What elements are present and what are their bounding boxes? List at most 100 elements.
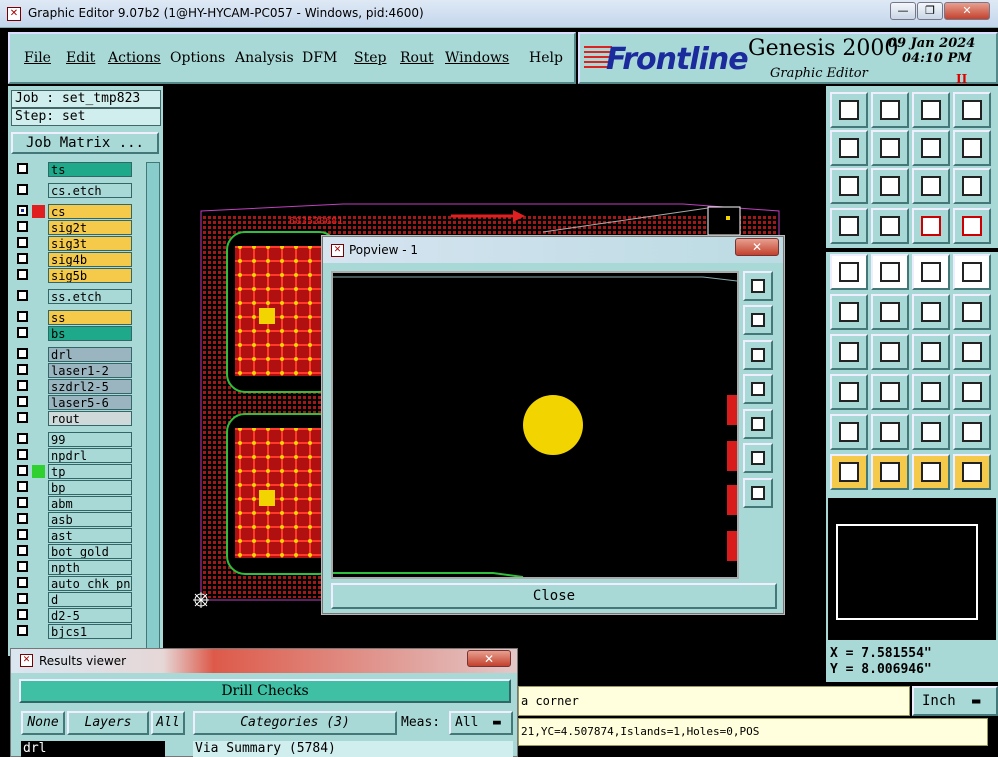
results-viewer-window[interactable]: ✕ Results viewer ✕ Drill Checks None Lay… <box>10 648 518 757</box>
menu-analysis[interactable]: Analysis <box>235 50 294 66</box>
dimension-button[interactable] <box>912 374 950 410</box>
popview-close-button[interactable]: Close <box>331 583 777 609</box>
layer-row-asb[interactable]: asb <box>12 512 136 527</box>
layer-checkbox[interactable] <box>17 433 28 444</box>
layer-checkbox[interactable] <box>17 327 28 338</box>
window-titlebar[interactable]: ✕ Graphic Editor 9.07b2 (1@HY-HYCAM-PC05… <box>0 0 998 28</box>
layer-row-ss.etch[interactable]: ss.etch <box>12 289 136 304</box>
menu-step[interactable]: Step <box>354 50 386 66</box>
layer-checkbox[interactable] <box>17 269 28 280</box>
layer-row-ast[interactable]: ast <box>12 528 136 543</box>
layer-checkbox[interactable] <box>17 577 28 588</box>
layer-checkbox[interactable] <box>17 237 28 248</box>
menu-dfm[interactable]: DFM <box>302 50 337 66</box>
triangle-a-button[interactable] <box>871 414 909 450</box>
grid-button[interactable] <box>871 208 909 244</box>
copy-button[interactable] <box>830 374 868 410</box>
popview-pan-right-button[interactable] <box>743 409 773 439</box>
circle-button[interactable] <box>953 254 991 290</box>
layer-row-d[interactable]: d <box>12 592 136 607</box>
job-matrix-button[interactable]: Job Matrix ... <box>11 132 159 154</box>
drill-checks-header[interactable]: Drill Checks <box>19 679 511 703</box>
results-titlebar[interactable]: ✕ Results viewer ✕ <box>11 649 517 673</box>
layer-row-cs.etch[interactable]: cs.etch <box>12 183 136 198</box>
mirror-button[interactable] <box>953 334 991 370</box>
categories-button[interactable]: Categories (3) <box>193 711 397 735</box>
zoom-home-button[interactable] <box>830 92 868 128</box>
layer-checkbox[interactable] <box>17 184 28 195</box>
maximize-button[interactable]: ❐ <box>917 2 943 20</box>
results-close-icon[interactable]: ✕ <box>467 650 511 667</box>
zoom-fit-button[interactable] <box>830 168 868 204</box>
help-button[interactable] <box>953 168 991 204</box>
layer-checkbox[interactable] <box>17 412 28 423</box>
all-button[interactable]: All <box>151 711 185 735</box>
menu-options[interactable]: Options <box>170 50 225 66</box>
layer-row-bot_gold[interactable]: bot_gold <box>12 544 136 559</box>
popview-pan-down-button[interactable] <box>743 340 773 370</box>
triangle-button[interactable] <box>830 414 868 450</box>
pan-right-button[interactable] <box>871 130 909 166</box>
layer-row-drl[interactable]: drl <box>12 347 136 362</box>
line-angle-button[interactable] <box>830 334 868 370</box>
layer-checkbox[interactable] <box>17 593 28 604</box>
layer-row-sig4b[interactable]: sig4b <box>12 252 136 267</box>
window-close-button[interactable]: ✕ <box>944 2 990 20</box>
layer-checkbox[interactable] <box>17 465 28 476</box>
popview-pan-up-button[interactable] <box>743 305 773 335</box>
layer-row-d2-5[interactable]: d2-5 <box>12 608 136 623</box>
nodes-button[interactable] <box>830 294 868 330</box>
select-pad-button[interactable] <box>830 254 868 290</box>
settings-button[interactable] <box>830 208 868 244</box>
layer-checkbox[interactable] <box>17 205 28 216</box>
pointer-net-button[interactable] <box>953 454 991 490</box>
one-to-two-button[interactable] <box>912 168 950 204</box>
group-button[interactable] <box>953 374 991 410</box>
move-node-button[interactable] <box>953 294 991 330</box>
layer-checkbox[interactable] <box>17 348 28 359</box>
layer-row-laser5-6[interactable]: laser5-6 <box>12 395 136 410</box>
layer-checkbox[interactable] <box>17 625 28 636</box>
layer-row-sig5b[interactable]: sig5b <box>12 268 136 283</box>
pan-up-button[interactable] <box>871 92 909 128</box>
layer-row-tp[interactable]: tp <box>12 464 136 479</box>
line-edit-button[interactable] <box>871 334 909 370</box>
arc-button[interactable] <box>912 414 950 450</box>
layer-row-sig3t[interactable]: sig3t <box>12 236 136 251</box>
layer-row-auto_chk_pn[interactable]: auto_chk_pn <box>12 576 136 591</box>
minimize-button[interactable]: — <box>890 2 916 20</box>
arc-x-button[interactable] <box>953 414 991 450</box>
snap-alt-button[interactable] <box>953 208 991 244</box>
redraw-button[interactable] <box>953 130 991 166</box>
layer-row-bs[interactable]: bs <box>12 326 136 341</box>
popview-titlebar[interactable]: ✕ Popview - 1 ✕ <box>323 237 783 263</box>
menu-help[interactable]: Help <box>529 50 563 66</box>
layer-checkbox[interactable] <box>17 513 28 524</box>
layer-scrollbar[interactable] <box>146 162 160 652</box>
layer-checkbox[interactable] <box>17 449 28 460</box>
snap-button[interactable] <box>912 208 950 244</box>
popview-pan-left-button[interactable] <box>743 374 773 404</box>
line-add-button[interactable] <box>871 374 909 410</box>
category-list-item[interactable]: Via Summary (5784) <box>193 741 513 757</box>
zoom-center-button[interactable] <box>871 168 909 204</box>
pointer-rotate-button[interactable] <box>912 454 950 490</box>
layer-checkbox[interactable] <box>17 380 28 391</box>
pause-icon[interactable]: II <box>956 72 967 86</box>
popview-window[interactable]: ✕ Popview - 1 ✕ Close <box>322 236 784 614</box>
layer-row-bjcs1[interactable]: bjcs1 <box>12 624 136 639</box>
menu-edit[interactable]: Edit <box>66 50 95 66</box>
ruler-button[interactable] <box>912 254 950 290</box>
layer-list-item[interactable]: drl <box>21 741 165 757</box>
rotate-button[interactable] <box>912 334 950 370</box>
layer-checkbox[interactable] <box>17 545 28 556</box>
layer-row-ss[interactable]: ss <box>12 310 136 325</box>
layer-row-rout[interactable]: rout <box>12 411 136 426</box>
layer-checkbox[interactable] <box>17 396 28 407</box>
layer-row-ts[interactable]: ts <box>12 162 136 177</box>
layer-checkbox[interactable] <box>17 163 28 174</box>
layers-button[interactable]: Layers <box>67 711 149 735</box>
menu-actions[interactable]: Actions <box>108 50 161 66</box>
popview-zoom-out-button[interactable] <box>743 443 773 473</box>
layer-row-abm[interactable]: abm <box>12 496 136 511</box>
